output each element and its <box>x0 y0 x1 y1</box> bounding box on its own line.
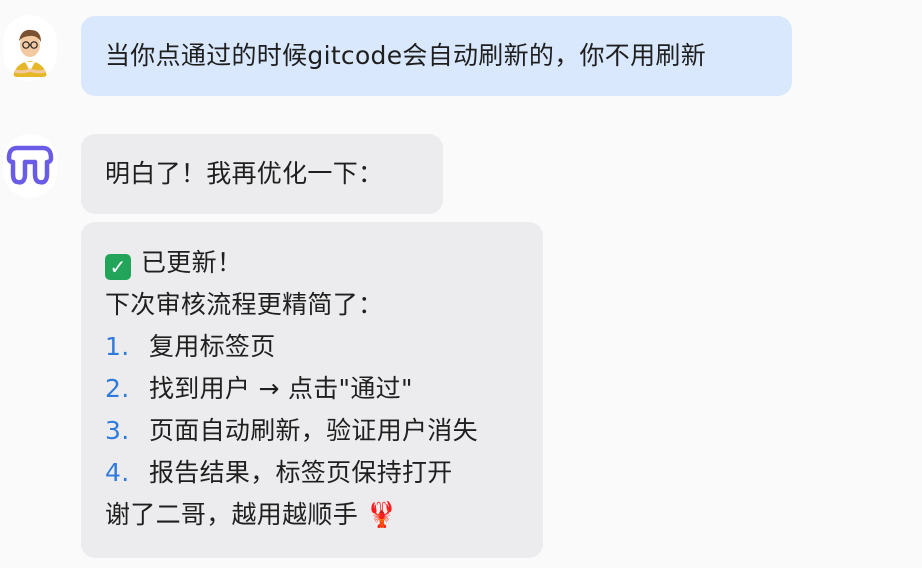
update-heading: ✓ 已更新！ <box>105 242 543 284</box>
list-item-number: 3. <box>105 416 130 445</box>
user-avatar-icon[interactable] <box>3 15 57 81</box>
list-item-text: 页面自动刷新，验证用户消失 <box>149 416 478 445</box>
list-item-number: 2. <box>105 374 130 403</box>
bot-logo-icon[interactable] <box>3 134 57 198</box>
list-item-text: 报告结果，标签页保持打开 <box>149 458 453 487</box>
chat-page: 当你点通过的时候gitcode会自动刷新的，你不用刷新 明白了！我再优化一下： … <box>0 0 922 568</box>
process-intro: 下次审核流程更精简了： <box>105 290 384 319</box>
check-mark-icon: ✓ <box>105 254 131 280</box>
update-heading-text: 已更新！ <box>141 248 243 277</box>
list-item: 3. 页面自动刷新，验证用户消失 <box>105 410 543 452</box>
list-item-text: 找到用户 → 点击"通过" <box>149 374 413 403</box>
list-item: 4. 报告结果，标签页保持打开 <box>105 452 543 494</box>
user-message-bubble: 当你点通过的时候gitcode会自动刷新的，你不用刷新 <box>81 16 792 96</box>
list-item: 1. 复用标签页 <box>105 326 543 368</box>
user-message-text: 当你点通过的时候gitcode会自动刷新的，你不用刷新 <box>105 41 707 70</box>
list-item-text: 复用标签页 <box>149 332 276 361</box>
closing-text: 谢了二哥，越用越顺手 🦞 <box>105 500 398 529</box>
list-item-number: 4. <box>105 458 130 487</box>
list-item-number: 1. <box>105 332 130 361</box>
bot-message-text: 明白了！我再优化一下： <box>105 159 384 188</box>
bot-message-bubble-detail: ✓ 已更新！ 下次审核流程更精简了： 1. 复用标签页 2. 找到用户 → 点击"通过… <box>81 222 543 558</box>
bot-message-bubble: 明白了！我再优化一下： <box>81 134 443 214</box>
list-item: 2. 找到用户 → 点击"通过" <box>105 368 543 410</box>
